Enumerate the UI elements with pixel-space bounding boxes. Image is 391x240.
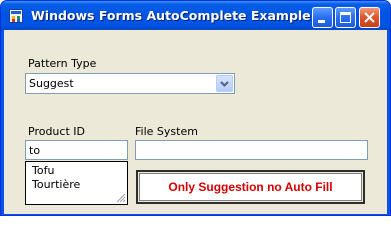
product-id-value: to	[29, 144, 41, 157]
pattern-type-selected-value: Suggest	[29, 77, 74, 90]
title-bar[interactable]: Windows Forms AutoComplete Example	[1, 1, 390, 30]
product-id-label: Product ID	[28, 125, 85, 138]
pattern-type-combobox[interactable]: Suggest	[25, 73, 235, 94]
maximize-icon	[340, 12, 351, 23]
product-id-suggestion-list[interactable]: Tofu Tourtière	[25, 161, 128, 205]
app-window: Windows Forms AutoComplete Example Patte…	[0, 0, 391, 216]
dropdown-arrow-icon	[220, 81, 229, 87]
suggestion-item[interactable]: Tofu	[32, 164, 54, 177]
product-id-input[interactable]: to	[25, 140, 128, 160]
file-system-input[interactable]	[135, 140, 368, 160]
maximize-button[interactable]	[335, 7, 356, 28]
resize-grip-icon[interactable]	[114, 191, 126, 203]
form-app-icon[interactable]	[9, 9, 23, 23]
pattern-type-label: Pattern Type	[28, 57, 97, 70]
minimize-icon	[318, 20, 325, 23]
autocomplete-mode-status: Only Suggestion no Auto Fill	[136, 170, 365, 204]
close-icon	[364, 12, 375, 23]
minimize-button[interactable]	[312, 7, 333, 28]
window-title: Windows Forms AutoComplete Example	[31, 8, 311, 23]
file-system-label: File System	[135, 125, 198, 138]
status-text: Only Suggestion no Auto Fill	[168, 180, 333, 194]
close-button[interactable]	[359, 7, 380, 28]
pattern-type-dropdown-button[interactable]	[216, 75, 233, 92]
suggestion-item[interactable]: Tourtière	[32, 178, 80, 191]
